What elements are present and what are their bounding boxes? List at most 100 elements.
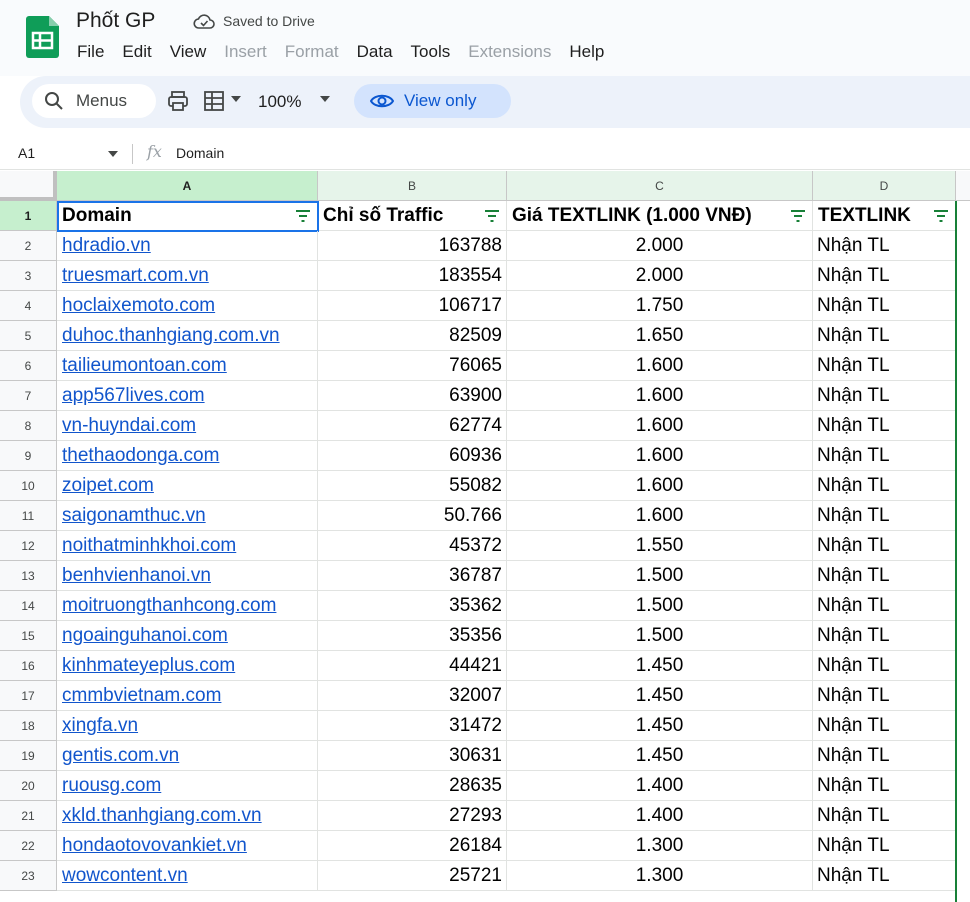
- header-cell-textlink[interactable]: TEXTLINK: [813, 201, 956, 231]
- name-box-chevron-down-icon[interactable]: [108, 151, 118, 157]
- filter-icon[interactable]: [933, 210, 949, 222]
- traffic-cell[interactable]: 32007: [318, 681, 507, 711]
- textlink-cell[interactable]: Nhận TL: [813, 561, 956, 591]
- domain-cell[interactable]: moitruongthanhcong.com: [57, 591, 318, 621]
- column-header-b[interactable]: B: [318, 171, 507, 201]
- domain-cell[interactable]: hondaotovovankiet.vn: [57, 831, 318, 861]
- textlink-cell[interactable]: Nhận TL: [813, 441, 956, 471]
- textlink-cell[interactable]: Nhận TL: [813, 741, 956, 771]
- traffic-cell[interactable]: 44421: [318, 651, 507, 681]
- traffic-cell[interactable]: 55082: [318, 471, 507, 501]
- price-cell[interactable]: 1.600: [507, 381, 813, 411]
- textlink-cell[interactable]: Nhận TL: [813, 321, 956, 351]
- sheets-logo-icon[interactable]: [26, 16, 59, 58]
- row-header[interactable]: 11: [0, 501, 57, 531]
- domain-cell[interactable]: noithatminhkhoi.com: [57, 531, 318, 561]
- format-table-icon[interactable]: [203, 90, 225, 112]
- row-header[interactable]: 6: [0, 351, 57, 381]
- domain-cell[interactable]: thethaodonga.com: [57, 441, 318, 471]
- column-header-a[interactable]: A: [57, 171, 318, 201]
- traffic-cell[interactable]: 45372: [318, 531, 507, 561]
- column-header-d[interactable]: D: [813, 171, 956, 201]
- traffic-cell[interactable]: 76065: [318, 351, 507, 381]
- row-header[interactable]: 10: [0, 471, 57, 501]
- search-menus-button[interactable]: Menus: [32, 84, 156, 118]
- row-header[interactable]: 9: [0, 441, 57, 471]
- traffic-cell[interactable]: 60936: [318, 441, 507, 471]
- domain-cell[interactable]: gentis.com.vn: [57, 741, 318, 771]
- save-status[interactable]: Saved to Drive: [193, 13, 315, 29]
- textlink-cell[interactable]: Nhận TL: [813, 711, 956, 741]
- domain-cell[interactable]: saigonamthuc.vn: [57, 501, 318, 531]
- view-only-button[interactable]: View only: [354, 84, 511, 118]
- header-cell-traffic[interactable]: Chỉ số Traffic: [318, 201, 507, 231]
- textlink-cell[interactable]: Nhận TL: [813, 291, 956, 321]
- row-header[interactable]: 7: [0, 381, 57, 411]
- row-header[interactable]: 12: [0, 531, 57, 561]
- textlink-cell[interactable]: Nhận TL: [813, 651, 956, 681]
- price-cell[interactable]: 1.450: [507, 681, 813, 711]
- domain-cell[interactable]: benhvienhanoi.vn: [57, 561, 318, 591]
- header-cell-price[interactable]: Giá TEXTLINK (1.000 VNĐ): [507, 201, 813, 231]
- domain-cell[interactable]: hdradio.vn: [57, 231, 318, 261]
- domain-cell[interactable]: xkld.thanhgiang.com.vn: [57, 801, 318, 831]
- traffic-cell[interactable]: 106717: [318, 291, 507, 321]
- domain-cell[interactable]: ruousg.com: [57, 771, 318, 801]
- traffic-cell[interactable]: 28635: [318, 771, 507, 801]
- column-header-e[interactable]: [956, 171, 970, 201]
- row-header[interactable]: 22: [0, 831, 57, 861]
- column-header-c[interactable]: C: [507, 171, 813, 201]
- domain-cell[interactable]: kinhmateyeplus.com: [57, 651, 318, 681]
- zoom-chevron-down-icon[interactable]: [320, 96, 330, 102]
- row-header[interactable]: 13: [0, 561, 57, 591]
- domain-cell[interactable]: wowcontent.vn: [57, 861, 318, 891]
- price-cell[interactable]: 2.000: [507, 261, 813, 291]
- row-header[interactable]: 3: [0, 261, 57, 291]
- menu-data[interactable]: Data: [348, 40, 402, 64]
- row-header[interactable]: 18: [0, 711, 57, 741]
- price-cell[interactable]: 1.650: [507, 321, 813, 351]
- traffic-cell[interactable]: 25721: [318, 861, 507, 891]
- price-cell[interactable]: 2.000: [507, 231, 813, 261]
- menu-view[interactable]: View: [161, 40, 216, 64]
- domain-cell[interactable]: ngoainguhanoi.com: [57, 621, 318, 651]
- row-header[interactable]: 15: [0, 621, 57, 651]
- price-cell[interactable]: 1.600: [507, 501, 813, 531]
- textlink-cell[interactable]: Nhận TL: [813, 831, 956, 861]
- price-cell[interactable]: 1.500: [507, 591, 813, 621]
- formula-content[interactable]: Domain: [176, 145, 224, 161]
- textlink-cell[interactable]: Nhận TL: [813, 621, 956, 651]
- row-header[interactable]: 19: [0, 741, 57, 771]
- row-header[interactable]: 14: [0, 591, 57, 621]
- price-cell[interactable]: 1.300: [507, 831, 813, 861]
- textlink-cell[interactable]: Nhận TL: [813, 591, 956, 621]
- menu-file[interactable]: File: [68, 40, 113, 64]
- textlink-cell[interactable]: Nhận TL: [813, 381, 956, 411]
- price-cell[interactable]: 1.600: [507, 411, 813, 441]
- price-cell[interactable]: 1.450: [507, 741, 813, 771]
- domain-cell[interactable]: xingfa.vn: [57, 711, 318, 741]
- domain-cell[interactable]: hoclaixemoto.com: [57, 291, 318, 321]
- price-cell[interactable]: 1.450: [507, 651, 813, 681]
- domain-cell[interactable]: tailieumontoan.com: [57, 351, 318, 381]
- document-title[interactable]: Phốt GP: [76, 9, 155, 33]
- textlink-cell[interactable]: Nhận TL: [813, 771, 956, 801]
- traffic-cell[interactable]: 35356: [318, 621, 507, 651]
- row-header[interactable]: 16: [0, 651, 57, 681]
- textlink-cell[interactable]: Nhận TL: [813, 411, 956, 441]
- menu-edit[interactable]: Edit: [113, 40, 160, 64]
- price-cell[interactable]: 1.600: [507, 441, 813, 471]
- textlink-cell[interactable]: Nhận TL: [813, 501, 956, 531]
- filter-icon[interactable]: [790, 210, 806, 222]
- textlink-cell[interactable]: Nhận TL: [813, 801, 956, 831]
- traffic-cell[interactable]: 82509: [318, 321, 507, 351]
- filter-icon[interactable]: [484, 210, 500, 222]
- traffic-cell[interactable]: 163788: [318, 231, 507, 261]
- row-header[interactable]: 5: [0, 321, 57, 351]
- traffic-cell[interactable]: 50.766: [318, 501, 507, 531]
- textlink-cell[interactable]: Nhận TL: [813, 861, 956, 891]
- price-cell[interactable]: 1.550: [507, 531, 813, 561]
- row-header[interactable]: 1: [0, 201, 57, 231]
- price-cell[interactable]: 1.600: [507, 471, 813, 501]
- domain-cell[interactable]: truesmart.com.vn: [57, 261, 318, 291]
